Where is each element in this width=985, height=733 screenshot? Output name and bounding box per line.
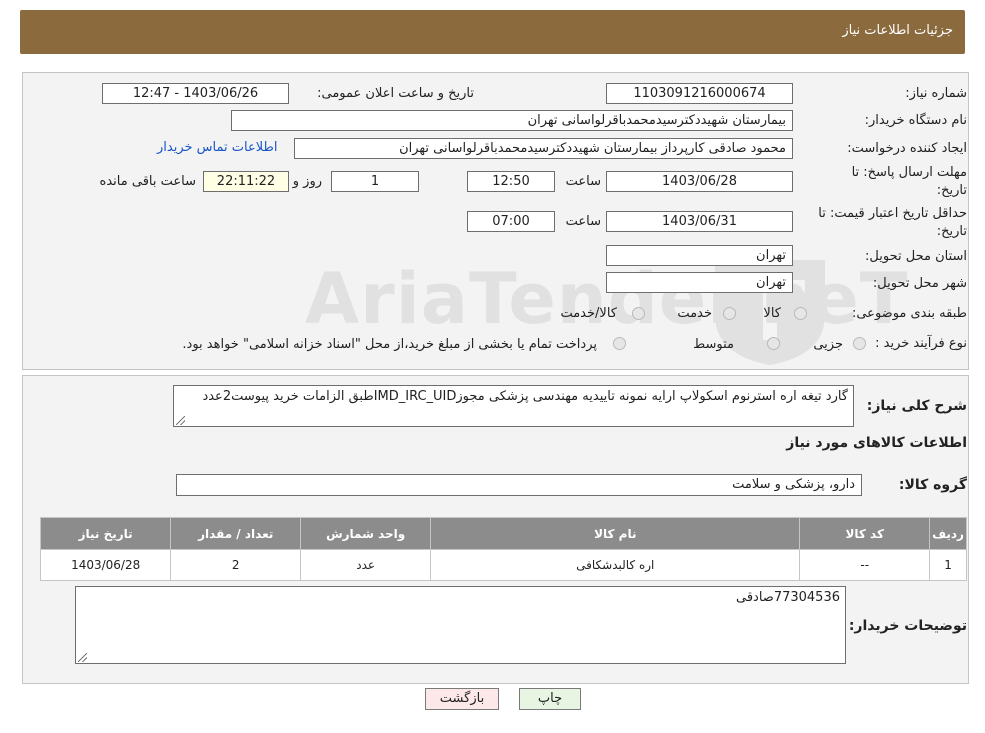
col-unit: واحد شمارش — [300, 517, 432, 550]
validity-time-label: ساعت — [565, 214, 601, 229]
process-radio-medium[interactable] — [767, 337, 780, 350]
category-radio-goods[interactable] — [794, 307, 807, 320]
province-field: تهران — [606, 245, 793, 266]
cell-name: اره کالبدشکافی — [430, 549, 801, 581]
process-radio-treasury[interactable] — [613, 337, 626, 350]
col-date: تاریخ نیاز — [39, 517, 172, 550]
category-option-goods-service: کالا/خدمت — [560, 306, 617, 321]
buyer-notes-text: 77304536صادقی — [735, 590, 840, 605]
cell-unit: عدد — [300, 549, 432, 581]
deadline-time-label: ساعت — [565, 174, 601, 189]
cell-date: 1403/06/28 — [39, 549, 172, 581]
col-qty: تعداد / مقدار — [170, 517, 302, 550]
col-name: نام کالا — [430, 517, 801, 550]
description-textarea[interactable]: گارد تیغه اره استرنوم اسکولاپ ارایه نمون… — [173, 385, 854, 427]
page-title: جزئیات اطلاعات نیاز — [842, 23, 953, 38]
process-option-medium: متوسط — [693, 337, 734, 352]
announce-label: تاریخ و ساعت اعلان عمومی: — [317, 86, 474, 101]
buyer-org-field: بیمارستان شهیددکترسیدمحمدباقرلواسانی تهر… — [231, 110, 793, 131]
goods-section-title: اطلاعات کالاهای مورد نیاز — [786, 435, 967, 451]
description-label: شرح کلی نیاز: — [866, 398, 967, 414]
city-label: شهر محل تحویل: — [872, 276, 967, 291]
process-note: پرداخت تمام یا بخشی از مبلغ خرید،از محل … — [182, 337, 597, 352]
category-option-service: خدمت — [677, 306, 712, 321]
validity-label: حداقل تاریخ اعتبار قیمت: تا — [818, 206, 967, 221]
description-text: گارد تیغه اره استرنوم اسکولاپ ارایه نمون… — [202, 389, 848, 404]
province-label: استان محل تحویل: — [865, 249, 967, 264]
category-option-goods: کالا — [763, 306, 781, 321]
cell-code: -- — [799, 549, 931, 581]
goods-table-header: ردیف کد کالا نام کالا واحد شمارش تعداد /… — [39, 517, 967, 550]
deadline-date-field: 1403/06/28 — [606, 171, 793, 192]
category-label: طبقه بندی موضوعی: — [851, 306, 967, 321]
back-button[interactable]: بازگشت — [425, 688, 499, 710]
deadline-time-field: 12:50 — [467, 171, 555, 192]
col-row: ردیف — [929, 517, 967, 550]
remaining-time-field: 22:11:22 — [203, 171, 289, 192]
goods-group-label: گروه کالا: — [898, 477, 967, 493]
need-number-field: 1103091216000674 — [606, 83, 793, 104]
print-button[interactable]: چاپ — [519, 688, 581, 710]
buyer-notes-label: توضیحات خریدار: — [848, 618, 967, 634]
remaining-label: ساعت باقی مانده — [99, 174, 196, 189]
goods-group-field: دارو، پزشکی و سلامت — [176, 474, 862, 496]
resize-grip-icon[interactable] — [176, 416, 185, 425]
table-row: 1 -- اره کالبدشکافی عدد 2 1403/06/28 — [39, 549, 967, 581]
goods-table: ردیف کد کالا نام کالا واحد شمارش تعداد /… — [39, 517, 967, 581]
process-label: نوع فرآیند خرید : — [875, 336, 967, 351]
category-radio-service[interactable] — [723, 307, 736, 320]
col-code: کد کالا — [799, 517, 931, 550]
validity-label-date: تاریخ: — [936, 224, 967, 239]
buyer-contact-link[interactable]: اطلاعات تماس خریدار — [157, 140, 277, 155]
cell-qty: 2 — [170, 549, 302, 581]
process-radio-minor[interactable] — [853, 337, 866, 350]
category-radio-goods-service[interactable] — [632, 307, 645, 320]
validity-date-field: 1403/06/31 — [606, 211, 793, 232]
deadline-label-date: تاریخ: — [936, 183, 967, 198]
resize-grip-icon[interactable] — [78, 653, 87, 662]
creator-label: ایجاد کننده درخواست: — [847, 141, 967, 156]
validity-time-field: 07:00 — [467, 211, 555, 232]
process-option-minor: جزیی — [813, 337, 843, 352]
buyer-notes-textarea[interactable]: 77304536صادقی — [75, 586, 846, 664]
page-header: جزئیات اطلاعات نیاز — [20, 10, 965, 54]
deadline-label: مهلت ارسال پاسخ: تا — [851, 165, 967, 180]
days-label: روز و — [292, 174, 322, 189]
need-number-label: شماره نیاز: — [905, 86, 967, 101]
cell-row: 1 — [929, 549, 967, 581]
buyer-org-label: نام دستگاه خریدار: — [864, 113, 967, 128]
announce-field: 1403/06/26 - 12:47 — [102, 83, 289, 104]
days-field: 1 — [331, 171, 419, 192]
city-field: تهران — [606, 272, 793, 293]
creator-field: محمود صادقی کارپرداز بیمارستان شهیددکترس… — [294, 138, 793, 159]
